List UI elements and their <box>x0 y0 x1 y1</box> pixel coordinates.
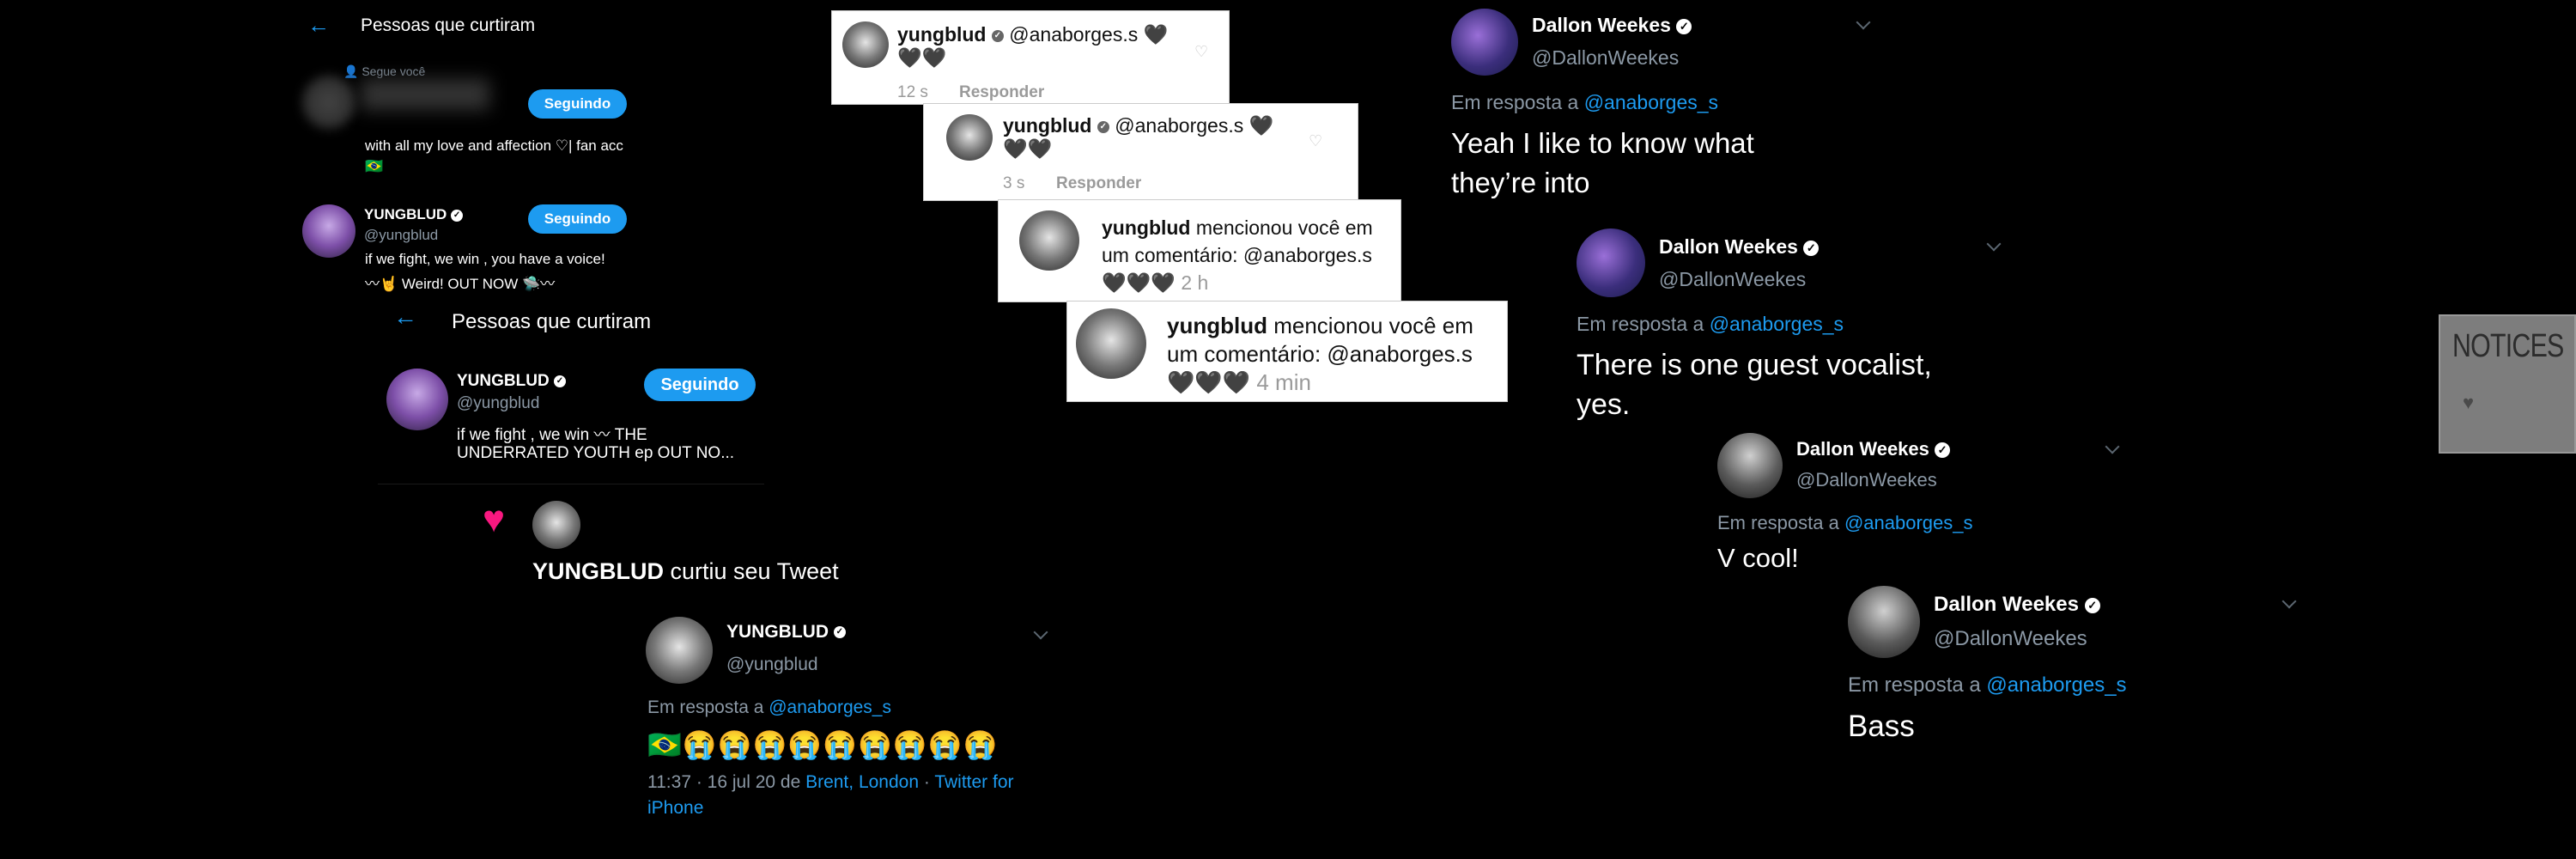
verified-icon: ✓ <box>553 375 566 387</box>
avatar[interactable] <box>1076 308 1146 379</box>
mention-time: 2 h <box>1181 271 1209 294</box>
user-bio-line2: UNDERRATED YOUTH ep OUT NO... <box>457 444 735 462</box>
reply-context: Em resposta a @anaborges_s <box>1848 673 2127 697</box>
mention-link[interactable]: @anaborges_s <box>769 698 891 717</box>
ig-comment-card[interactable]: yungblud ✓ @anaborges.s 🖤 🖤🖤 ♡ 12 s Respo… <box>831 10 1230 105</box>
reply-context: Em resposta a @anaborges_s <box>1577 313 1844 335</box>
avatar[interactable] <box>1848 586 1920 658</box>
chevron-down-icon[interactable] <box>2105 439 2120 454</box>
tweet-body: 🇧🇷😭😭😭😭😭😭😭😭😭 <box>647 729 999 760</box>
ig-mention-card[interactable]: yungblud mencionou você em um comentário:… <box>998 199 1401 302</box>
avatar[interactable] <box>1019 210 1079 271</box>
tweet-body: Bass <box>1848 710 1915 743</box>
verified-icon: ✓ <box>1097 120 1109 133</box>
verified-icon: ✓ <box>991 29 1004 42</box>
tweet-author-handle: @DallonWeekes <box>1934 627 2087 650</box>
avatar[interactable] <box>302 76 355 129</box>
user-bio-line1: if we fight , we win 〰 THE <box>457 426 647 444</box>
chevron-down-icon[interactable] <box>1856 15 1871 30</box>
reply-link[interactable]: Responder <box>959 83 1044 102</box>
tweet-body: Yeah I like to know what they’re into <box>1451 127 1754 198</box>
comment-time: 12 s <box>897 83 928 101</box>
mention-text: yungblud mencionou você em um comentário:… <box>1167 313 1473 395</box>
heart-icon: ♥ <box>2463 392 2475 413</box>
chevron-down-icon[interactable] <box>1986 236 2002 252</box>
tweet-author-handle: @DallonWeekes <box>1659 268 1807 290</box>
blurred-name <box>361 79 489 110</box>
likes-screen-2: ← Pessoas que curtiram YUNGBLUD ✓ @yungb… <box>378 296 764 484</box>
tweet-body: There is one guest vocalist, yes. <box>1577 349 1932 421</box>
user-bio: with all my love and affection ♡| fan ac… <box>365 137 623 174</box>
heart-outline-icon[interactable]: ♡ <box>1309 133 1322 149</box>
following-button[interactable]: Seguindo <box>528 204 627 234</box>
reply-context: Em resposta a @anaborges_s <box>647 698 891 717</box>
reply-context: Em resposta a @anaborges_s <box>1717 512 1973 533</box>
chevron-down-icon[interactable] <box>1033 624 1048 640</box>
likes-title: Pessoas que curtiram <box>361 15 536 35</box>
mention-text: yungblud mencionou você em um comentário:… <box>1102 216 1373 294</box>
mention-link[interactable]: @anaborges_s <box>1844 512 1973 533</box>
notices-panel[interactable]: NOTICES ♥ <box>2439 314 2576 454</box>
chevron-down-icon[interactable] <box>2281 594 2297 609</box>
avatar[interactable] <box>842 21 889 68</box>
back-arrow-icon[interactable]: ← <box>307 12 330 39</box>
back-arrow-icon[interactable]: ← <box>393 303 417 331</box>
avatar[interactable] <box>646 617 713 684</box>
heart-outline-icon[interactable]: ♡ <box>1194 44 1208 59</box>
user-bio-line2: 〰🤘 Weird! OUT NOW 🛸〰 <box>365 276 556 292</box>
comment-time: 3 s <box>1003 174 1025 192</box>
location-link[interactable]: Brent, London <box>805 772 919 792</box>
verified-icon: ✓ <box>833 626 846 639</box>
tweet-author-name[interactable]: Dallon Weekes ✓ <box>1934 593 2100 617</box>
following-button[interactable]: Seguindo <box>644 369 756 401</box>
tweet-author-handle: @DallonWeekes <box>1796 469 1937 490</box>
user-name[interactable]: YUNGBLUD ✓ <box>457 372 566 391</box>
ig-comment-card[interactable]: yungblud ✓ @anaborges.s 🖤 🖤🖤 ♡ 3 s Respon… <box>923 103 1358 201</box>
avatar[interactable] <box>302 204 355 258</box>
reply-link[interactable]: Responder <box>1056 174 1141 193</box>
mention-link[interactable]: @anaborges_s <box>1710 313 1844 335</box>
following-button[interactable]: Seguindo <box>528 89 627 119</box>
verified-icon: ✓ <box>451 209 464 222</box>
comment-text: yungblud ✓ @anaborges.s 🖤 🖤🖤 <box>1003 114 1274 160</box>
avatar[interactable] <box>946 114 993 161</box>
notices-label: NOTICES <box>2452 328 2564 364</box>
user-name[interactable]: YUNGBLUD ✓ <box>364 206 464 223</box>
user-bio-line1: if we fight, we win , you have a voice! <box>365 251 605 267</box>
tweet-author-name[interactable]: Dallon Weekes ✓ <box>1659 235 1820 259</box>
avatar[interactable] <box>1451 9 1518 76</box>
notification-text: YUNGBLUD curtiu seu Tweet <box>532 558 839 584</box>
tweet-author-name[interactable]: YUNGBLUD ✓ <box>726 622 846 643</box>
heart-icon: ♥ <box>483 498 506 540</box>
verified-icon: ✓ <box>1935 442 1951 459</box>
likes-title: Pessoas que curtiram <box>452 310 652 333</box>
avatar[interactable] <box>386 369 448 430</box>
tweet-author-handle: @yungblud <box>726 655 818 674</box>
user-handle: @yungblud <box>457 394 540 412</box>
user-handle: @yungblud <box>364 227 439 243</box>
mention-time: 4 min <box>1256 369 1311 395</box>
ig-mention-card[interactable]: yungblud mencionou você em um comentário:… <box>1066 301 1508 402</box>
avatar[interactable] <box>1717 433 1783 498</box>
tweet-author-name[interactable]: Dallon Weekes ✓ <box>1532 14 1692 37</box>
mention-link[interactable]: @anaborges_s <box>1986 673 2126 697</box>
verified-icon: ✓ <box>1676 18 1692 34</box>
verified-icon: ✓ <box>1803 240 1820 256</box>
tweet-meta: 11:37 · 16 jul 20 de Brent, London · Twi… <box>647 772 1014 818</box>
tweet-author-handle: @DallonWeekes <box>1532 46 1680 69</box>
avatar[interactable] <box>1577 228 1645 297</box>
tweet-author-name[interactable]: Dallon Weekes ✓ <box>1796 438 1951 460</box>
avatar[interactable] <box>532 501 580 549</box>
reply-context: Em resposta a @anaborges_s <box>1451 91 1719 113</box>
mention-link[interactable]: @anaborges_s <box>1584 91 1718 113</box>
follows-you-label: 👤 Segue você <box>343 64 426 78</box>
tweet-body: V cool! <box>1717 543 1799 573</box>
comment-text: yungblud ✓ @anaborges.s 🖤 🖤🖤 <box>897 23 1169 69</box>
verified-icon: ✓ <box>2084 597 2100 613</box>
